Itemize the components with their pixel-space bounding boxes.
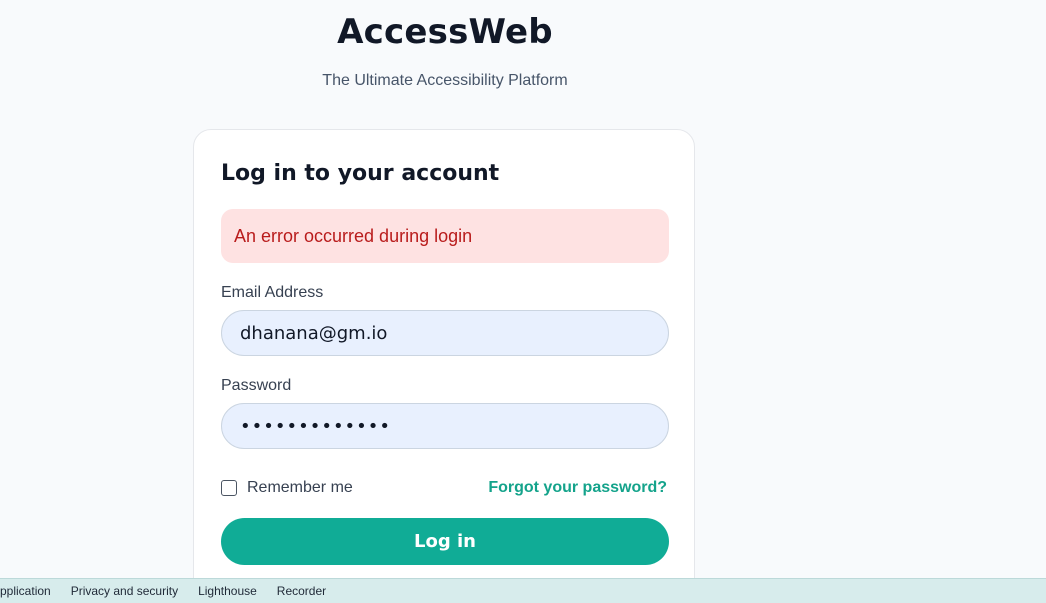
error-message: An error occurred during login [234, 225, 473, 246]
devtools-tab-recorder[interactable]: Recorder [267, 584, 336, 598]
login-card: Log in to your account An error occurred… [193, 129, 695, 599]
password-label: Password [221, 377, 292, 394]
remember-me-checkbox[interactable] [221, 480, 237, 496]
password-mask: ••••••••••••• [240, 415, 392, 437]
error-alert: An error occurred during login [221, 209, 669, 263]
login-page: AccessWeb The Ultimate Accessibility Pla… [0, 0, 1046, 603]
login-card-title: Log in to your account [221, 161, 500, 186]
devtools-tab-privacy-security[interactable]: Privacy and security [61, 584, 188, 598]
forgot-password-link[interactable]: Forgot your password? [488, 479, 667, 497]
remember-me-row[interactable]: Remember me [221, 479, 353, 497]
devtools-tab-bar: pplication Privacy and security Lighthou… [0, 578, 1046, 603]
login-button[interactable]: Log in [221, 518, 669, 565]
email-label: Email Address [221, 284, 324, 301]
brand-title: AccessWeb [337, 12, 553, 52]
devtools-tab-application[interactable]: pplication [0, 584, 61, 598]
devtools-tab-lighthouse[interactable]: Lighthouse [188, 584, 267, 598]
brand-subtitle: The Ultimate Accessibility Platform [322, 72, 568, 89]
remember-me-label: Remember me [247, 479, 353, 496]
password-field[interactable]: ••••••••••••• [221, 403, 669, 449]
email-field[interactable] [221, 310, 669, 356]
